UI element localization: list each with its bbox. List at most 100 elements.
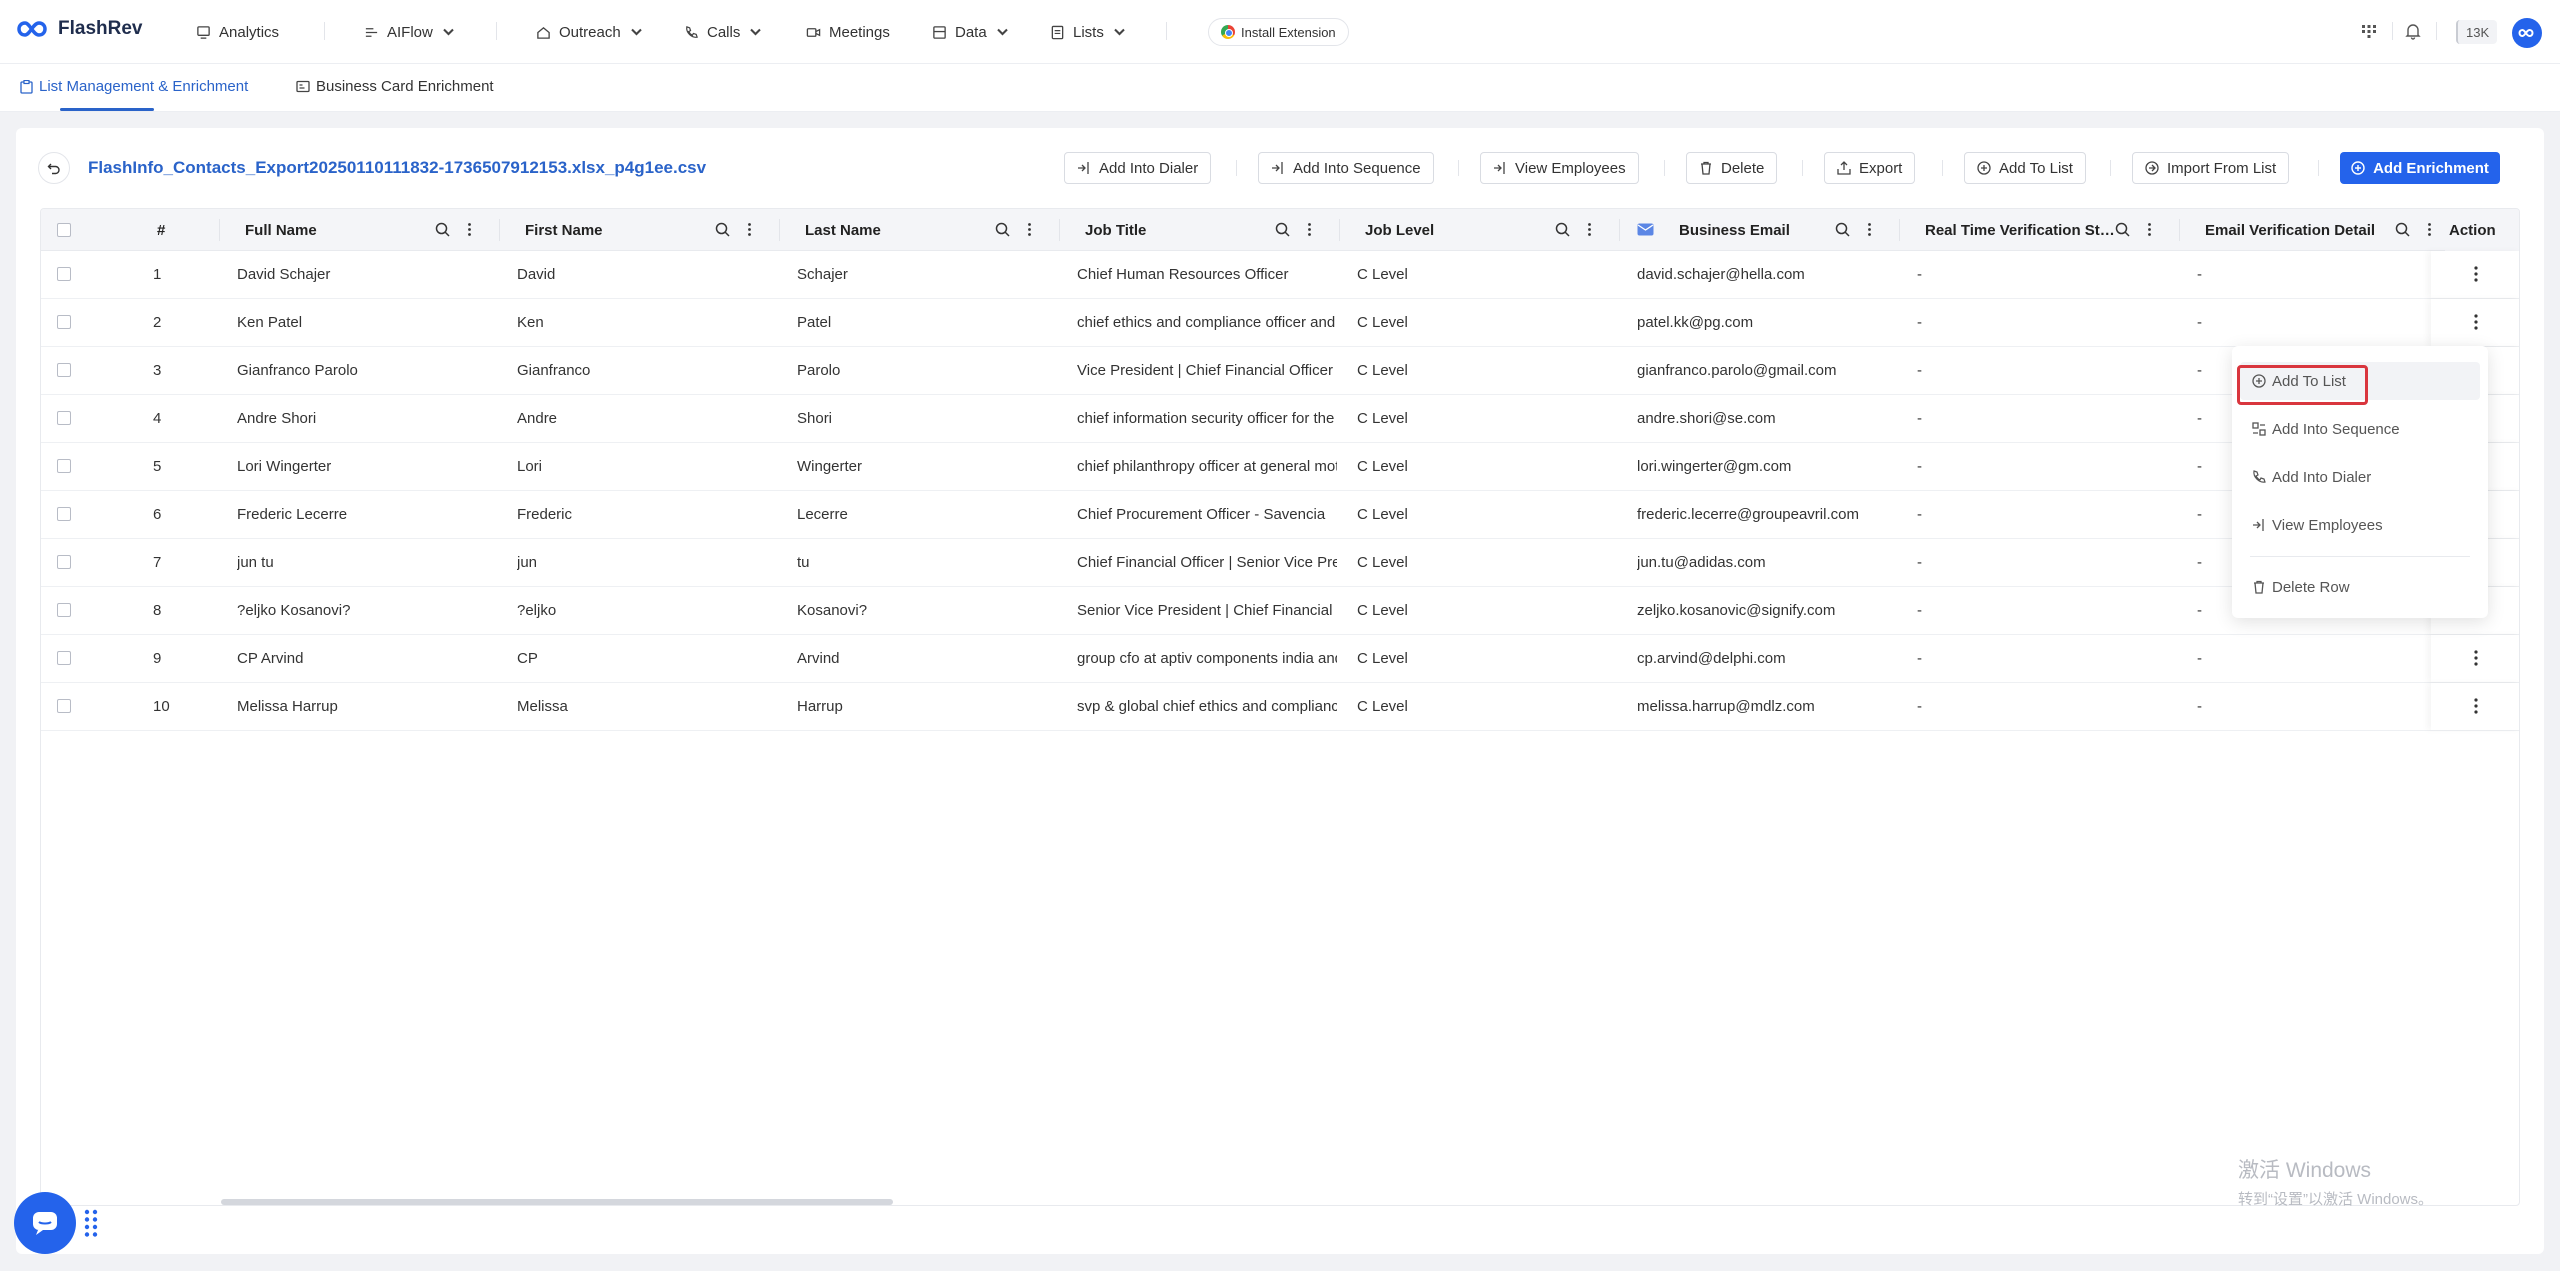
row-action-cell: [2431, 299, 2519, 346]
search-icon[interactable]: [1835, 222, 1850, 237]
more-vertical-icon[interactable]: [1302, 222, 1317, 237]
menu-label: Add Into Sequence: [2272, 420, 2400, 438]
more-vertical-icon[interactable]: [462, 222, 477, 237]
nav-lists[interactable]: Lists: [1050, 20, 1127, 44]
row-checkbox[interactable]: [57, 507, 71, 521]
row-checkbox[interactable]: [57, 411, 71, 425]
header-business-email[interactable]: Business Email: [1679, 209, 1790, 251]
cell-job-level: C Level: [1357, 458, 1408, 475]
row-checkbox[interactable]: [57, 555, 71, 569]
avatar[interactable]: [2512, 18, 2542, 48]
more-vertical-icon[interactable]: [2467, 265, 2485, 283]
nav-analytics[interactable]: Analytics: [196, 20, 279, 44]
table-row[interactable]: 7 jun tu jun tu Chief Financial Officer | Se…: [41, 539, 2519, 587]
import-icon: [2145, 161, 2159, 175]
search-icon[interactable]: [715, 222, 730, 237]
select-all-checkbox[interactable]: [57, 223, 71, 237]
cell-first-name: David: [517, 266, 556, 283]
search-icon[interactable]: [2395, 222, 2410, 237]
nav-data[interactable]: Data: [932, 20, 1010, 44]
credits-badge[interactable]: 13K: [2456, 20, 2498, 44]
more-vertical-icon[interactable]: [2467, 313, 2485, 331]
table-row[interactable]: 4 Andre Shori Andre Shori chief information …: [41, 395, 2519, 443]
header-action: Action: [2445, 209, 2519, 251]
search-icon[interactable]: [2115, 222, 2130, 237]
column-divider: [499, 219, 500, 241]
header-rt-verification[interactable]: Real Time Verification St…: [1925, 209, 2115, 251]
cell-email-verification: -: [2197, 698, 2202, 715]
back-button[interactable]: [38, 152, 70, 184]
add-enrichment-button[interactable]: Add Enrichment: [2340, 152, 2500, 184]
nav-aiflow[interactable]: AIFlow: [364, 20, 456, 44]
more-vertical-icon[interactable]: [1022, 222, 1037, 237]
header-email-verification[interactable]: Email Verification Detail: [2205, 209, 2375, 251]
lists-icon: [1051, 25, 1064, 39]
row-checkbox[interactable]: [57, 315, 71, 329]
cell-last-name: Schajer: [797, 266, 848, 283]
table-row[interactable]: 2 Ken Patel Ken Patel chief ethics and compl…: [41, 299, 2519, 347]
apps-grid-icon[interactable]: [2360, 22, 2378, 40]
row-action-cell: [2431, 635, 2519, 682]
tab-business-card[interactable]: Business Card Enrichment: [296, 78, 494, 95]
file-title[interactable]: FlashInfo_Contacts_Export20250110111832-…: [88, 158, 706, 178]
more-vertical-icon[interactable]: [2467, 649, 2485, 667]
chat-button[interactable]: [14, 1192, 76, 1254]
nav-calls[interactable]: Calls: [684, 20, 763, 44]
search-icon[interactable]: [435, 222, 450, 237]
more-vertical-icon[interactable]: [1582, 222, 1597, 237]
drag-handle-icon[interactable]: [84, 1208, 98, 1238]
logo[interactable]: FlashRev: [16, 18, 142, 40]
nav-outreach[interactable]: Outreach: [536, 20, 644, 44]
row-checkbox[interactable]: [57, 267, 71, 281]
header-job-title[interactable]: Job Title: [1085, 209, 1146, 251]
more-vertical-icon[interactable]: [1862, 222, 1877, 237]
more-vertical-icon[interactable]: [2142, 222, 2157, 237]
cell-job-title: Chief Human Resources Officer: [1077, 266, 1289, 283]
menu-view-employees[interactable]: View Employees: [2240, 506, 2480, 544]
row-checkbox[interactable]: [57, 363, 71, 377]
row-number: 2: [153, 314, 162, 331]
header-first-name[interactable]: First Name: [525, 209, 603, 251]
row-checkbox[interactable]: [57, 699, 71, 713]
menu-delete-row[interactable]: Delete Row: [2240, 568, 2480, 606]
bell-icon[interactable]: [2404, 22, 2422, 40]
search-icon[interactable]: [995, 222, 1010, 237]
nav-meetings[interactable]: Meetings: [806, 20, 890, 44]
menu-add-into-dialer[interactable]: Add Into Dialer: [2240, 458, 2480, 496]
more-vertical-icon[interactable]: [2422, 222, 2437, 237]
more-vertical-icon[interactable]: [2467, 697, 2485, 715]
table-row[interactable]: 8 ?eljko Kosanovi? ?eljko Kosanovi? Senior V…: [41, 587, 2519, 635]
install-extension-button[interactable]: Install Extension: [1208, 18, 1349, 46]
more-vertical-icon[interactable]: [742, 222, 757, 237]
add-to-list-button[interactable]: Add To List: [1964, 152, 2086, 184]
search-icon[interactable]: [1555, 222, 1570, 237]
menu-add-into-sequence[interactable]: Add Into Sequence: [2240, 410, 2480, 448]
cell-rt-verification: -: [1917, 698, 1922, 715]
table-row[interactable]: 6 Frederic Lecerre Frederic Lecerre Chief Pr…: [41, 491, 2519, 539]
cell-first-name: Ken: [517, 314, 544, 331]
row-checkbox[interactable]: [57, 651, 71, 665]
toolbar-divider: [1802, 160, 1803, 176]
export-button[interactable]: Export: [1824, 152, 1916, 184]
row-checkbox[interactable]: [57, 603, 71, 617]
table-row[interactable]: 3 Gianfranco Parolo Gianfranco Parolo Vice P…: [41, 347, 2519, 395]
cell-first-name: Frederic: [517, 506, 573, 523]
view-employees-button[interactable]: View Employees: [1480, 152, 1639, 184]
table-row[interactable]: 5 Lori Wingerter Lori Wingerter chief philan…: [41, 443, 2519, 491]
chevron-down-icon: [1114, 28, 1125, 35]
add-into-sequence-button[interactable]: Add Into Sequence: [1258, 152, 1434, 184]
header-full-name[interactable]: Full Name: [245, 209, 317, 251]
import-from-list-button[interactable]: Import From List: [2132, 152, 2290, 184]
horizontal-scrollbar[interactable]: [221, 1199, 893, 1205]
button-label: Delete: [1721, 159, 1765, 177]
table-row[interactable]: 1 David Schajer David Schajer Chief Human Re…: [41, 251, 2519, 299]
table-row[interactable]: 9 CP Arvind CP Arvind group cfo at aptiv com…: [41, 635, 2519, 683]
tab-list-management[interactable]: List Management & Enrichment: [20, 78, 248, 95]
table-row[interactable]: 10 Melissa Harrup Melissa Harrup svp & globa…: [41, 683, 2519, 731]
header-last-name[interactable]: Last Name: [805, 209, 881, 251]
delete-button[interactable]: Delete: [1686, 152, 1778, 184]
search-icon[interactable]: [1275, 222, 1290, 237]
row-checkbox[interactable]: [57, 459, 71, 473]
header-job-level[interactable]: Job Level: [1365, 209, 1434, 251]
add-into-dialer-button[interactable]: Add Into Dialer: [1064, 152, 1212, 184]
